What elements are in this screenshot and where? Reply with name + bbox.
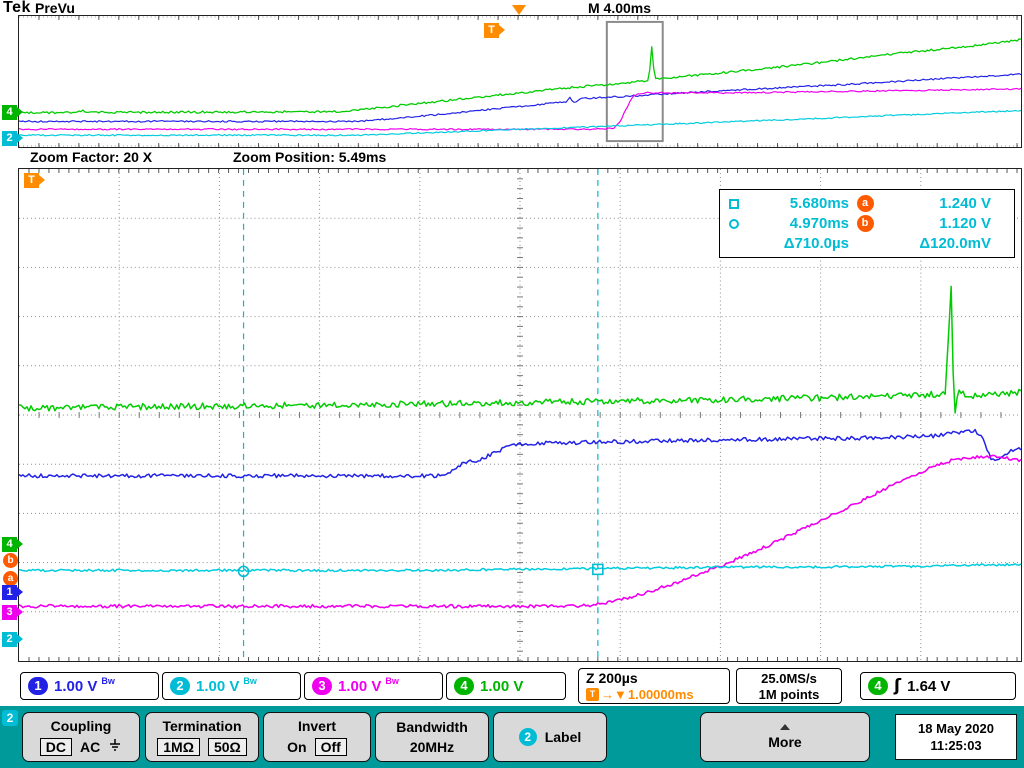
trigger-delay-t-icon: T <box>586 688 599 701</box>
coupling-ground-icon[interactable] <box>108 739 122 755</box>
label-ch2-badge: 2 <box>518 728 537 746</box>
trigger-flag-overview[interactable]: T <box>484 23 505 38</box>
cursor2-circle-icon <box>729 218 739 229</box>
bandwidth-title: Bandwidth <box>396 719 468 735</box>
termination-50-option[interactable]: 50Ω <box>207 738 247 756</box>
zoom-scale-value: 200µs <box>598 670 638 686</box>
ch3-bandwidth-indicator: Bw <box>385 676 399 686</box>
label-button[interactable]: 2 Label <box>493 712 607 762</box>
time-text: 11:25:03 <box>930 738 982 753</box>
acquisition-status: PreVu <box>35 0 75 16</box>
scope-screen: Tek PreVu M 4.00ms T 4 2 Zoom Factor: 20… <box>0 0 1024 768</box>
cursor-b-voltage: 1.120 V <box>939 215 991 232</box>
zoom-position-label: Zoom Position: 5.49ms <box>233 149 387 165</box>
cursor1-square-icon <box>729 198 739 209</box>
label-text: Label <box>544 729 582 745</box>
more-button[interactable]: More <box>700 712 870 762</box>
invert-title: Invert <box>297 718 337 734</box>
coupling-dc-option[interactable]: DC <box>39 738 72 756</box>
more-text: More <box>768 734 802 750</box>
overview-waveform-window <box>18 15 1022 148</box>
soft-menu-bar: Coupling DC AC Termination 1MΩ 50Ω Inver… <box>0 706 1024 768</box>
overview-waveforms <box>19 16 1021 147</box>
ch2-scale: 1.00 V <box>196 677 240 695</box>
cursor-b-marker[interactable]: b <box>3 553 18 568</box>
ch4-scale-readout[interactable]: 4 1.00 V <box>446 672 566 700</box>
cursor-b-badge: b <box>856 215 874 232</box>
ch3-level-marker[interactable]: 3 <box>2 605 23 620</box>
termination-1m-option[interactable]: 1MΩ <box>157 738 200 756</box>
date-text: 18 May 2020 <box>918 721 994 736</box>
ch2-level-marker[interactable]: 2 <box>2 632 23 647</box>
invert-off-option[interactable]: Off <box>314 738 347 756</box>
cursor2-time: 4.970ms <box>789 215 849 232</box>
zoom-scale-z-label: Z <box>586 670 595 686</box>
trigger-slope-icon: ʃ <box>894 676 902 696</box>
delta-voltage: Δ120.0mV <box>919 235 991 252</box>
sample-rate: 25.0MS/s <box>761 670 817 686</box>
ch4-badge: 4 <box>454 677 474 695</box>
ch4-level-marker[interactable]: 4 <box>2 537 23 552</box>
delta-time: Δ710.0µs <box>783 235 849 252</box>
timebase-readout: M 4.00ms <box>588 0 652 16</box>
trigger-delay-value: 1.00000ms <box>627 687 694 702</box>
cursor-a-marker[interactable]: a <box>3 571 18 586</box>
coupling-title: Coupling <box>50 718 112 734</box>
ch2-overview-marker[interactable]: 2 <box>2 131 23 146</box>
trigger-info-box: 4 ʃ 1.64 V <box>860 672 1016 700</box>
trigger-delay-arrow-icon: →▼ <box>601 687 627 702</box>
ch1-scale-readout[interactable]: 1 1.00 V Bw <box>20 672 159 700</box>
ch3-scale-readout[interactable]: 3 1.00 V Bw <box>304 672 443 700</box>
ch2-badge: 2 <box>170 677 190 695</box>
ch2-scale-readout[interactable]: 2 1.00 V Bw <box>162 672 301 700</box>
cursor-a-voltage: 1.240 V <box>939 195 991 212</box>
coupling-ac-option[interactable]: AC <box>80 739 100 755</box>
trigger-flag-main[interactable]: T <box>24 173 45 188</box>
delta-row-spacer <box>729 239 739 249</box>
cursor-readout-panel: 5.680ms a 1.240 V 4.970ms b 1.120 V Δ710… <box>719 189 1015 258</box>
cursor1-time: 5.680ms <box>789 195 849 212</box>
ch4-scale: 1.00 V <box>480 677 524 695</box>
ch1-level-marker[interactable]: 1 <box>2 585 23 600</box>
zoom-factor-label: Zoom Factor: 20 X <box>30 149 153 165</box>
more-up-arrow-icon <box>780 724 790 730</box>
datetime-box: 18 May 2020 11:25:03 <box>895 714 1017 760</box>
trigger-source-badge: 4 <box>868 677 888 695</box>
ch3-scale: 1.00 V <box>338 677 382 695</box>
ch1-badge: 1 <box>28 677 48 695</box>
ch1-scale: 1.00 V <box>54 677 98 695</box>
cursor-a-badge: a <box>856 195 874 212</box>
ch3-badge: 3 <box>312 677 332 695</box>
invert-button[interactable]: Invert On Off <box>263 712 371 762</box>
trigger-position-arrow-icon[interactable] <box>512 5 526 15</box>
bandwidth-button[interactable]: Bandwidth 20MHz <box>375 712 489 762</box>
termination-button[interactable]: Termination 1MΩ 50Ω <box>145 712 259 762</box>
coupling-button[interactable]: Coupling DC AC <box>22 712 140 762</box>
ch1-bandwidth-indicator: Bw <box>101 676 115 686</box>
ch4-overview-marker[interactable]: 4 <box>2 105 23 120</box>
zoom-timebase-box: Z 200µs T →▼ 1.00000ms <box>578 668 730 704</box>
termination-title: Termination <box>162 718 242 734</box>
trigger-level: 1.64 V <box>907 677 951 695</box>
ch2-menu-corner-badge: 2 <box>2 710 18 726</box>
record-length: 1M points <box>758 686 820 702</box>
invert-on-option[interactable]: On <box>287 739 306 755</box>
acquisition-info-box: 25.0MS/s 1M points <box>736 668 842 704</box>
bandwidth-value: 20MHz <box>409 739 455 755</box>
ch2-bandwidth-indicator: Bw <box>243 676 257 686</box>
zoomed-waveform-window: 5.680ms a 1.240 V 4.970ms b 1.120 V Δ710… <box>18 168 1022 662</box>
